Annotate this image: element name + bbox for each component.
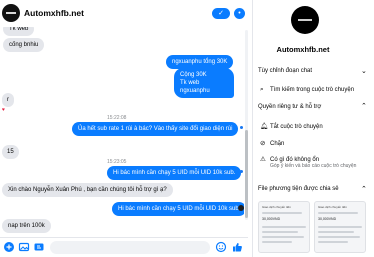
- message-line: Tk web ngxuanphu: [180, 80, 210, 94]
- warning-icon: ⚠: [260, 156, 266, 163]
- check-icon[interactable]: ✓: [212, 8, 230, 19]
- media-line: [262, 241, 292, 243]
- chat-title[interactable]: Automxhfb.net: [24, 8, 84, 18]
- media-line: [262, 236, 304, 238]
- section-customize-chat[interactable]: Tùy chỉnh đoạn chat: [258, 68, 312, 74]
- scrollbar[interactable]: [245, 30, 248, 220]
- read-receipt: [240, 170, 243, 173]
- message-incoming[interactable]: r: [2, 93, 14, 107]
- media-line: [318, 236, 360, 238]
- read-receipt: [240, 126, 243, 129]
- report-description: Góp ý kiến và báo cáo cuộc trò chuyện: [270, 163, 357, 169]
- message-outgoing[interactable]: Hi bác mình cần chạy 5 UID mỗi UID 10k s…: [107, 166, 242, 180]
- bell-icon: 🔔︎: [260, 123, 269, 130]
- message-incoming[interactable]: Xin chào Nguyễn Xuân Phú , bạn cần chúng…: [2, 183, 173, 197]
- composer: [0, 237, 248, 257]
- avatar[interactable]: [2, 4, 20, 22]
- message-outgoing[interactable]: Hi bác mình cần chạy 5 UID mỗi UID 10k s…: [112, 202, 244, 216]
- chevron-up-icon[interactable]: ⌃: [361, 102, 367, 110]
- emoji-icon[interactable]: [215, 241, 227, 253]
- info-pane: Automxhfb.net Tùy chỉnh đoạn chat ⌄ ⌕ Tìm…: [252, 0, 374, 257]
- media-line: [318, 212, 358, 214]
- block-icon: ⊘: [260, 140, 266, 147]
- section-privacy-support[interactable]: Quyền riêng tư & hỗ trợ: [258, 104, 321, 110]
- image-icon[interactable]: [18, 241, 30, 253]
- shared-media-thumbnail[interactable]: Giao dịch chuyển tiền 30,000VND: [258, 201, 310, 253]
- mute-label: Tắt cuộc trò chuyện: [270, 124, 323, 130]
- more-icon[interactable]: •: [234, 8, 245, 19]
- plus-icon[interactable]: [3, 241, 15, 253]
- search-in-conversation[interactable]: ⌕ Tìm kiếm trong cuộc trò chuyện: [260, 86, 354, 94]
- message-incoming[interactable]: Tk web: [3, 27, 35, 36]
- heart-icon: ♥: [2, 107, 5, 113]
- media-line: [262, 212, 302, 214]
- gif-icon[interactable]: [33, 241, 45, 253]
- chevron-down-icon[interactable]: ⌄: [361, 67, 367, 75]
- media-amount: 30,000VND: [262, 217, 281, 221]
- block-label: Chặn: [270, 141, 285, 147]
- like-icon[interactable]: [231, 241, 243, 253]
- message-list: Tk web cống bnhiu ngxuanphu tổng 30K Cộn…: [0, 27, 244, 233]
- message-incoming[interactable]: nap trên 100k: [2, 219, 51, 233]
- profile-avatar[interactable]: [291, 6, 319, 34]
- profile-name: Automxhfb.net: [276, 45, 330, 54]
- media-line: [318, 226, 362, 228]
- timestamp: 15:23:05: [107, 159, 127, 165]
- block-user[interactable]: ⊘ Chặn: [260, 139, 284, 147]
- message-outgoing[interactable]: Cộng 30K Tk web ngxuanphu: [174, 68, 234, 98]
- message-input[interactable]: [50, 241, 210, 254]
- scrollbar-thumb[interactable]: [245, 130, 248, 218]
- shared-media-thumbnail[interactable]: Giao dịch chuyển tiền 30,000VND: [314, 201, 366, 253]
- search-label: Tìm kiếm trong cuộc trò chuyện: [270, 87, 355, 93]
- search-icon: ⌕: [260, 86, 264, 93]
- message-line: Cộng 30K: [180, 72, 207, 78]
- message-outgoing[interactable]: Ủa hết sub rate 1 rùi à bác? Vào thấy si…: [72, 122, 239, 136]
- media-line: [318, 231, 354, 233]
- media-amount: 30,000VND: [318, 217, 337, 221]
- timestamp: 15:22:08: [107, 115, 127, 121]
- section-shared-media[interactable]: File phương tiện được chia sẻ: [258, 186, 339, 192]
- seen-avatar: [238, 205, 244, 211]
- media-line: [262, 226, 306, 228]
- chat-pane: Automxhfb.net ✓ • Tk web cống bnhiu ngxu…: [0, 0, 248, 257]
- media-title: Giao dịch chuyển tiền: [262, 205, 291, 209]
- media-title: Giao dịch chuyển tiền: [318, 205, 347, 209]
- message-incoming[interactable]: 15: [2, 145, 19, 159]
- chevron-up-icon[interactable]: ⌃: [361, 185, 367, 193]
- mute-conversation[interactable]: 🔔︎ Tắt cuộc trò chuyện: [260, 122, 323, 130]
- message-outgoing[interactable]: ngxuanphu tổng 30K: [166, 55, 234, 69]
- message-incoming[interactable]: cống bnhiu: [3, 38, 45, 52]
- media-line: [318, 241, 348, 243]
- chat-header: Automxhfb.net ✓ •: [0, 0, 248, 27]
- media-line: [262, 231, 298, 233]
- report-problem[interactable]: ⚠ Có gì đó không ổn: [260, 155, 319, 163]
